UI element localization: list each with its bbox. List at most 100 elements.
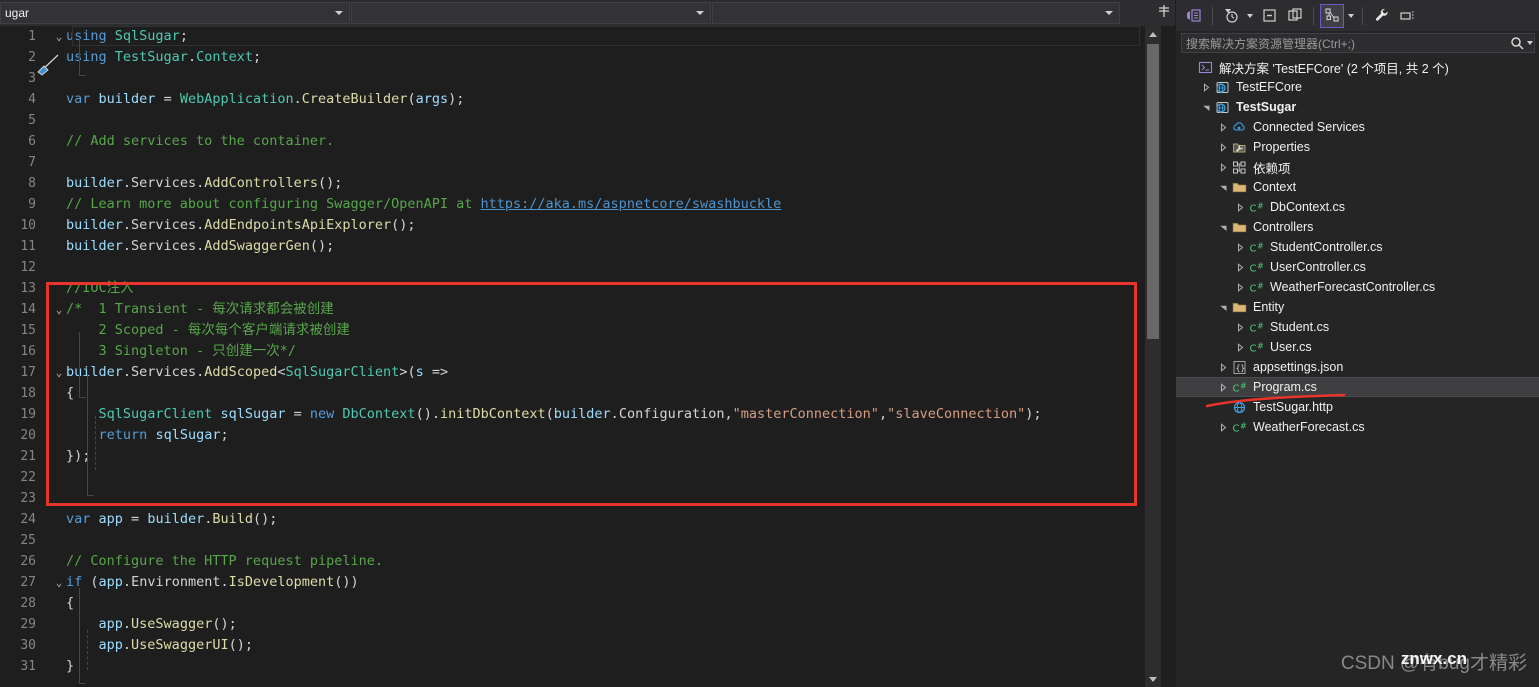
navbar-member-combo[interactable]	[712, 2, 1120, 24]
svg-text:C: C	[1250, 243, 1257, 254]
tree-item[interactable]: C # User.cs	[1176, 337, 1539, 357]
preview-selected-items-icon[interactable]	[1395, 4, 1419, 28]
fold-toggle-icon[interactable]: ⌄	[52, 572, 66, 593]
code-line[interactable]: 22	[0, 467, 1145, 488]
chevron-down-icon[interactable]	[1199, 103, 1213, 112]
chevron-right-icon[interactable]	[1216, 422, 1230, 432]
chevron-right-icon[interactable]	[1199, 82, 1213, 92]
chevron-right-icon[interactable]	[1233, 202, 1247, 212]
code-line[interactable]: 11 builder.Services.AddSwaggerGen();	[0, 236, 1145, 257]
tree-item[interactable]: Properties	[1176, 137, 1539, 157]
code-line[interactable]: 17 ⌄ builder.Services.AddScoped<SqlSugarCl…	[0, 362, 1145, 383]
collapse-all-icon[interactable]	[1257, 4, 1281, 28]
code-line[interactable]: 31}	[0, 656, 1145, 677]
tree-item[interactable]: TestSugar	[1176, 97, 1539, 117]
chevron-right-icon[interactable]	[1233, 282, 1247, 292]
scroll-up-button[interactable]	[1145, 26, 1161, 42]
code-line[interactable]: 10 builder.Services.AddEndpointsApiExplor…	[0, 215, 1145, 236]
tree-item[interactable]: C # Student.cs	[1176, 317, 1539, 337]
tree-item[interactable]: C # StudentController.cs	[1176, 237, 1539, 257]
solution-explorer-tree[interactable]: 解决方案 'TestEFCore' (2 个项目, 共 2 个) TestEFCo…	[1176, 57, 1539, 687]
code-line[interactable]: 1 ⌄ using SqlSugar;	[0, 26, 1145, 47]
code-line[interactable]: 23	[0, 488, 1145, 509]
search-icon[interactable]	[1508, 36, 1534, 51]
chevron-right-icon[interactable]	[1216, 122, 1230, 132]
tree-item[interactable]: C # DbContext.cs	[1176, 197, 1539, 217]
code-line[interactable]: 5	[0, 110, 1145, 131]
tree-item[interactable]: C # WeatherForecast.cs	[1176, 417, 1539, 437]
code-line[interactable]: 9 // Learn more about configuring Swagger…	[0, 194, 1145, 215]
code-line[interactable]: 24 var app = builder.Build();	[0, 509, 1145, 530]
tree-item[interactable]: 解决方案 'TestEFCore' (2 个项目, 共 2 个)	[1176, 57, 1539, 77]
code-line[interactable]: 21});	[0, 446, 1145, 467]
fold-toggle-icon[interactable]: ⌄	[52, 362, 66, 383]
tree-item[interactable]: 依赖项	[1176, 157, 1539, 177]
tree-item[interactable]: C # WeatherForecastController.cs	[1176, 277, 1539, 297]
chevron-down-icon[interactable]	[1245, 4, 1255, 28]
tree-item[interactable]: TestSugar.http	[1176, 397, 1539, 417]
code-line[interactable]: 2 using TestSugar.Context;	[0, 47, 1145, 68]
code-line[interactable]: 29 app.UseSwagger();	[0, 614, 1145, 635]
code-line[interactable]: 3	[0, 68, 1145, 89]
code-text: var builder = WebApplication.CreateBuild…	[66, 91, 465, 107]
properties-wrench-icon[interactable]	[1369, 4, 1393, 28]
code-line[interactable]: 8 builder.Services.AddControllers();	[0, 173, 1145, 194]
code-line[interactable]: 19 SqlSugarClient sqlSugar = new DbConte…	[0, 404, 1145, 425]
solution-explorer-search-box[interactable]: 搜索解决方案资源管理器(Ctrl+;)	[1181, 33, 1535, 53]
split-window-icon[interactable]	[1155, 3, 1173, 23]
chevron-right-icon[interactable]	[1233, 262, 1247, 272]
code-structure-guide	[79, 588, 86, 684]
code-line[interactable]: 14 ⌄/* 1 Transient - 每次请求都会被创建	[0, 299, 1145, 320]
view-class-diagram-icon[interactable]	[1320, 3, 1344, 28]
code-text-surface[interactable]: 1 ⌄ using SqlSugar; 2 using TestSugar.Contex…	[0, 26, 1175, 687]
chevron-down-icon	[335, 11, 343, 15]
tree-item[interactable]: TestEFCore	[1176, 77, 1539, 97]
code-structure-guide	[79, 38, 86, 76]
code-line[interactable]: 16 3 Singleton - 只创建一次*/	[0, 341, 1145, 362]
editor-vertical-scrollbar[interactable]	[1145, 26, 1161, 687]
code-line[interactable]: 26 // Configure the HTTP request pipeline…	[0, 551, 1145, 572]
code-line[interactable]: 7	[0, 152, 1145, 173]
code-line[interactable]: 13 //IOC注入	[0, 278, 1145, 299]
code-line[interactable]: 30 app.UseSwaggerUI();	[0, 635, 1145, 656]
tree-item[interactable]: C # UserController.cs	[1176, 257, 1539, 277]
chevron-down-icon[interactable]	[1216, 183, 1230, 192]
code-line[interactable]: 25	[0, 530, 1145, 551]
chevron-right-icon[interactable]	[1216, 362, 1230, 372]
properties-folder-icon	[1230, 140, 1249, 155]
scrollbar-thumb[interactable]	[1147, 44, 1159, 339]
code-line[interactable]: 18 {	[0, 383, 1145, 404]
home-view-icon[interactable]	[1182, 4, 1206, 28]
code-line[interactable]: 20 return sqlSugar;	[0, 425, 1145, 446]
tree-item-label: TestSugar.http	[1253, 400, 1333, 414]
tree-item-selected[interactable]: C # Program.cs	[1176, 377, 1539, 397]
navbar-type-combo[interactable]	[351, 2, 711, 24]
chevron-right-icon[interactable]	[1216, 142, 1230, 152]
tree-item[interactable]: Connected Services	[1176, 117, 1539, 137]
tree-item[interactable]: {} appsettings.json	[1176, 357, 1539, 377]
code-line[interactable]: 4 var builder = WebApplication.CreateBuil…	[0, 89, 1145, 110]
code-line[interactable]: 12	[0, 257, 1145, 278]
code-line[interactable]: 15 2 Scoped - 每次每个客户端请求被创建	[0, 320, 1145, 341]
tree-item[interactable]: Controllers	[1176, 217, 1539, 237]
chevron-right-icon[interactable]	[1233, 242, 1247, 252]
tree-item[interactable]: Entity	[1176, 297, 1539, 317]
scroll-down-button[interactable]	[1145, 671, 1161, 687]
chevron-right-icon[interactable]	[1233, 322, 1247, 332]
chevron-down-icon[interactable]	[1216, 223, 1230, 232]
fold-toggle-icon[interactable]: ⌄	[52, 299, 66, 320]
chevron-right-icon[interactable]	[1216, 162, 1230, 172]
code-line[interactable]: 27 ⌄ if (app.Environment.IsDevelopment())	[0, 572, 1145, 593]
chevron-right-icon[interactable]	[1216, 382, 1230, 392]
code-line[interactable]: 28 {	[0, 593, 1145, 614]
tree-item[interactable]: Context	[1176, 177, 1539, 197]
fold-toggle-icon[interactable]: ⌄	[52, 26, 66, 47]
navbar-project-combo[interactable]: ugar	[0, 2, 350, 24]
show-all-files-icon[interactable]	[1283, 4, 1307, 28]
chevron-down-icon[interactable]	[1346, 4, 1356, 28]
code-line[interactable]: 6 // Add services to the container.	[0, 131, 1145, 152]
pending-changes-filter-icon[interactable]	[1219, 4, 1243, 28]
chevron-down-icon[interactable]	[1216, 303, 1230, 312]
chevron-right-icon[interactable]	[1233, 342, 1247, 352]
chevron-down-icon	[696, 11, 704, 15]
